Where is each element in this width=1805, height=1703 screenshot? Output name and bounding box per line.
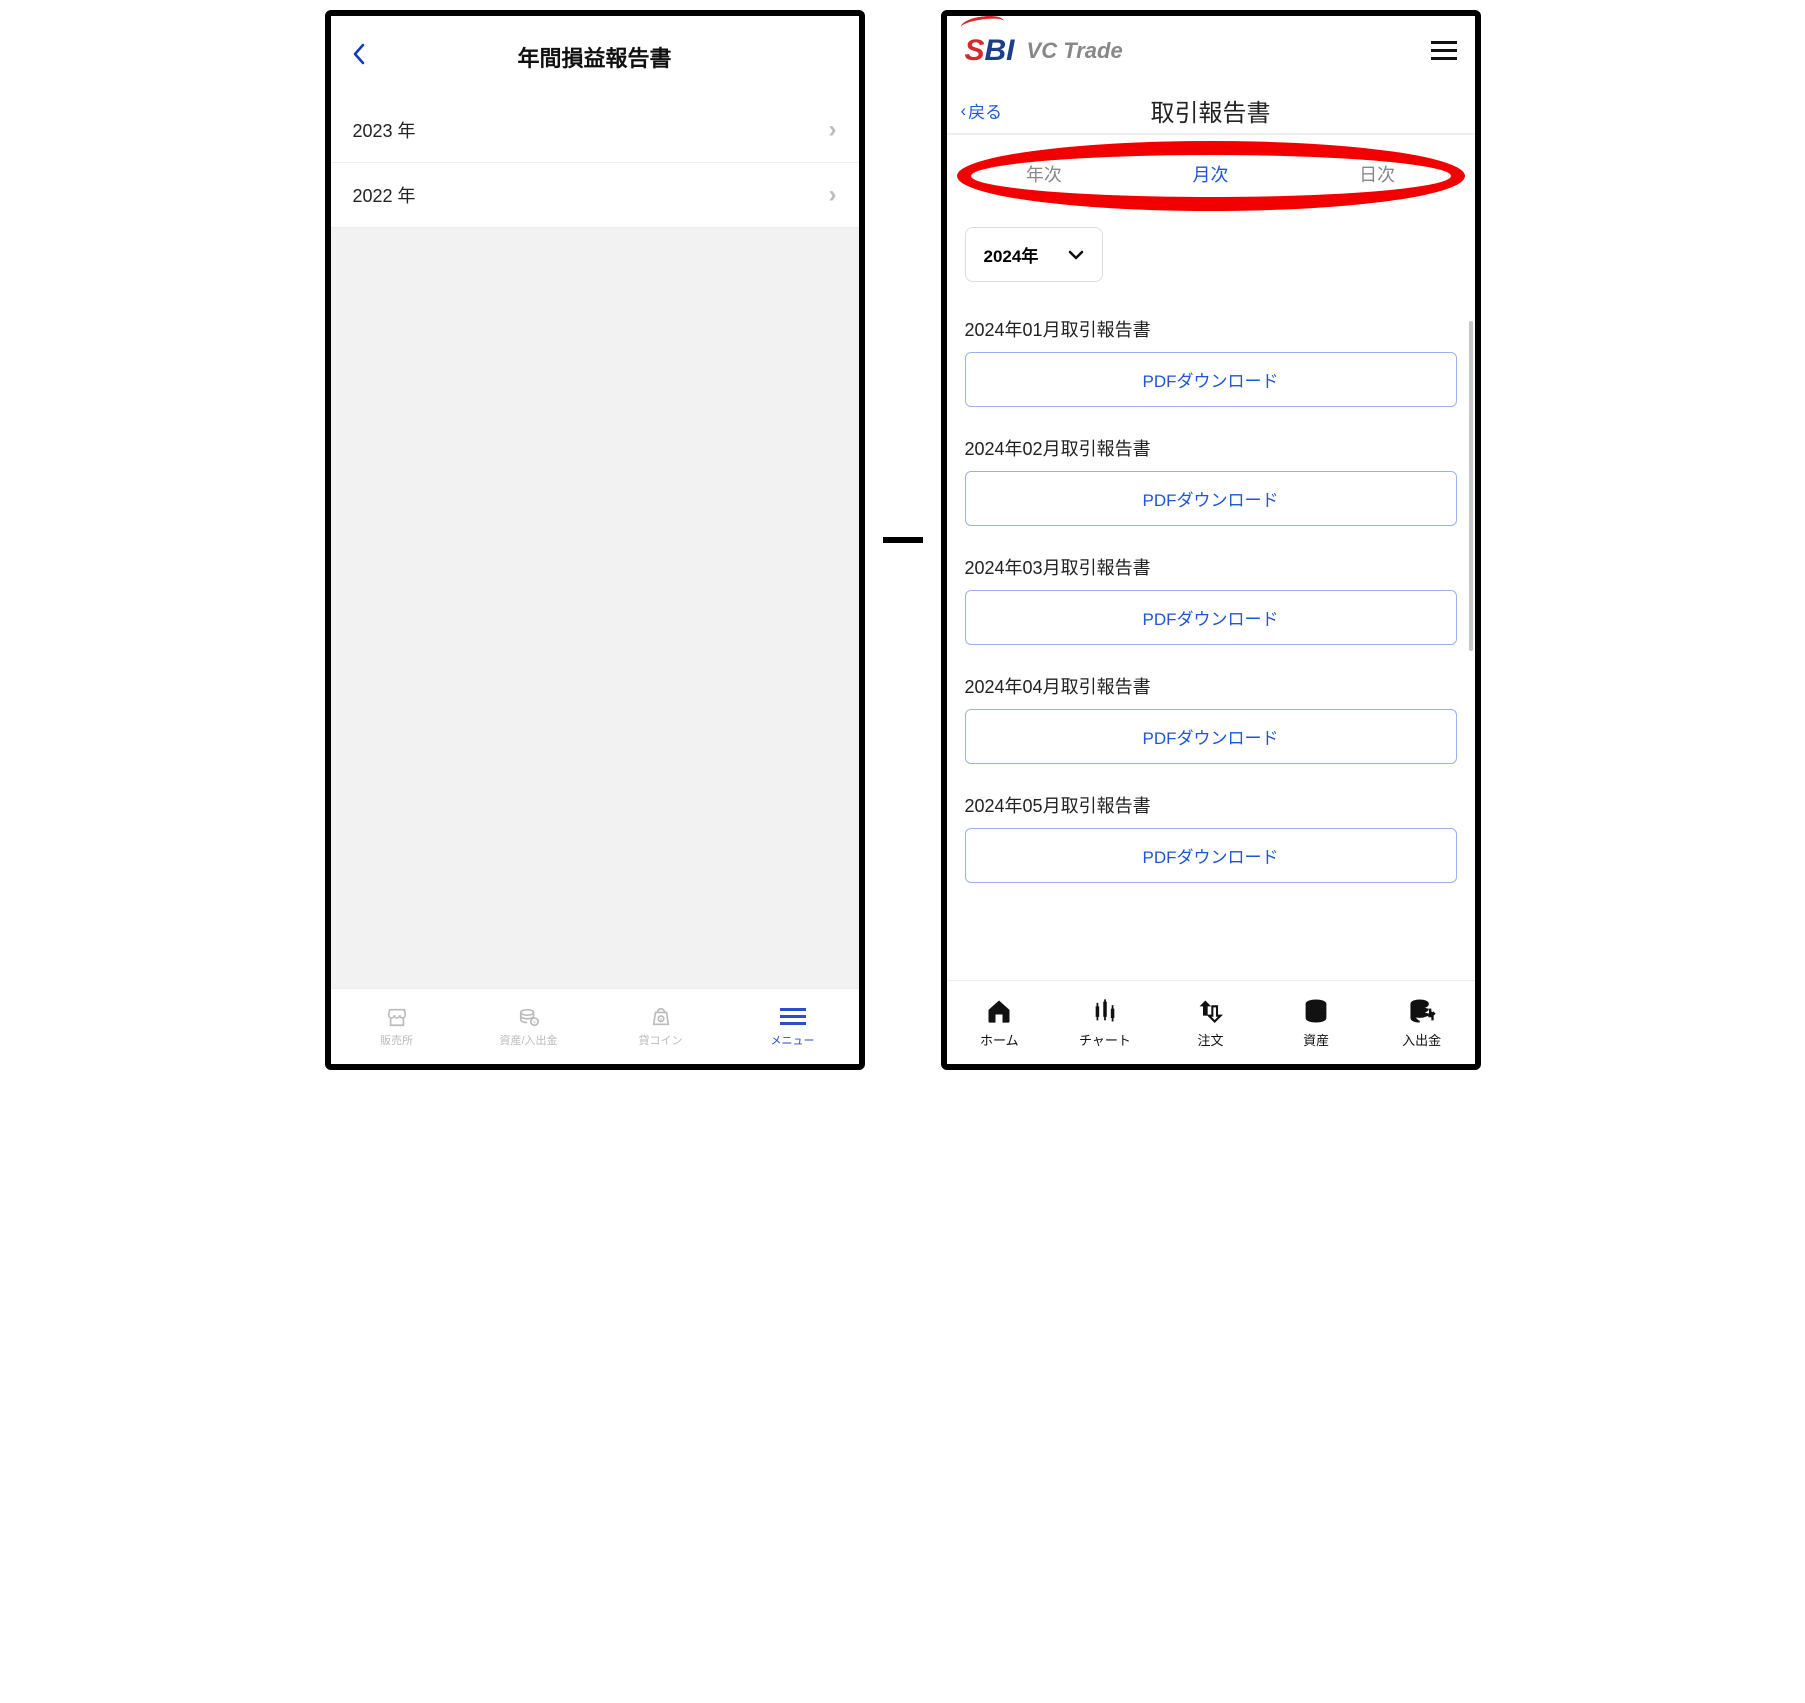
nav-label: ホーム (980, 1030, 1019, 1049)
download-button[interactable]: PDFダウンロード (965, 828, 1457, 883)
bottom-nav: ホーム チャート 注文 資産 入出金 (947, 980, 1475, 1064)
topbar: SBI VC Trade (947, 16, 1475, 86)
tab-daily[interactable]: 日次 (1294, 149, 1461, 199)
empty-area (331, 228, 859, 988)
report-item: 2024年03月取引報告書 PDFダウンロード (965, 554, 1457, 645)
hamburger-menu-button[interactable] (1431, 41, 1457, 60)
report-item: 2024年05月取引報告書 PDFダウンロード (965, 792, 1457, 883)
year-label: 2023 年 (353, 117, 416, 143)
year-label: 2022 年 (353, 182, 416, 208)
deposit-withdraw-icon (1407, 997, 1437, 1025)
logo: SBI VC Trade (965, 34, 1123, 68)
page-title: 年間損益報告書 (331, 41, 859, 73)
svg-text:¥: ¥ (533, 1019, 536, 1024)
tab-assets[interactable]: ¥ 資産/入出金 (463, 989, 595, 1064)
report-label: 2024年04月取引報告書 (965, 673, 1457, 699)
year-select[interactable]: 2024年 (965, 227, 1104, 282)
nav-deposit[interactable]: 入出金 (1369, 981, 1475, 1064)
logo-sbi: SBI (965, 34, 1015, 67)
coins-icon: ¥ (516, 1006, 542, 1028)
report-item: 2024年04月取引報告書 PDFダウンロード (965, 673, 1457, 764)
page-title: 取引報告書 (947, 93, 1475, 128)
bag-icon: B (648, 1006, 674, 1028)
tab-label: 貸コイン (639, 1032, 683, 1048)
tab-menu[interactable]: メニュー (727, 989, 859, 1064)
chevron-right-icon: › (829, 116, 837, 144)
exchange-icon (1195, 997, 1225, 1025)
report-label: 2024年01月取引報告書 (965, 316, 1457, 342)
phone-left: 年間損益報告書 2023 年 › 2022 年 › 販売所 ¥ 資産/入出金 (325, 10, 865, 1070)
shop-icon (384, 1006, 410, 1028)
phone-right: SBI VC Trade ‹ 戻る 取引報告書 年次 月次 日次 (941, 10, 1481, 1070)
tab-lending[interactable]: B 貸コイン (595, 989, 727, 1064)
tab-label: 販売所 (380, 1032, 413, 1048)
tab-yearly[interactable]: 年次 (961, 149, 1128, 199)
tab-shop[interactable]: 販売所 (331, 989, 463, 1064)
download-button[interactable]: PDFダウンロード (965, 471, 1457, 526)
tab-label: 資産/入出金 (499, 1032, 557, 1048)
period-tabs: 年次 月次 日次 (961, 145, 1461, 203)
report-item: 2024年01月取引報告書 PDFダウンロード (965, 316, 1457, 407)
nav-label: チャート (1079, 1030, 1131, 1049)
arrow-connector (873, 525, 933, 555)
report-item: 2024年02月取引報告書 PDFダウンロード (965, 435, 1457, 526)
home-icon (984, 997, 1014, 1025)
year-list: 2023 年 › 2022 年 › (331, 98, 859, 988)
report-label: 2024年03月取引報告書 (965, 554, 1457, 580)
active-tab-indicator (1126, 201, 1296, 203)
content-area: 2024年 2024年01月取引報告書 PDFダウンロード 2024年02月取引… (947, 221, 1475, 980)
download-button[interactable]: PDFダウンロード (965, 590, 1457, 645)
chevron-down-icon (1068, 244, 1084, 265)
report-label: 2024年05月取引報告書 (965, 792, 1457, 818)
download-button[interactable]: PDFダウンロード (965, 352, 1457, 407)
tab-monthly[interactable]: 月次 (1127, 149, 1294, 199)
swoosh-icon (959, 13, 1005, 35)
nav-label: 注文 (1197, 1030, 1223, 1049)
candlestick-icon (1090, 997, 1120, 1025)
nav-order[interactable]: 注文 (1158, 981, 1264, 1064)
header: 年間損益報告書 (331, 16, 859, 98)
nav-chart[interactable]: チャート (1052, 981, 1158, 1064)
download-button[interactable]: PDFダウンロード (965, 709, 1457, 764)
tab-label: メニュー (771, 1032, 815, 1048)
year-selected: 2024年 (984, 242, 1039, 267)
sub-header: ‹ 戻る 取引報告書 (947, 86, 1475, 135)
coins-stack-icon (1301, 997, 1331, 1025)
logo-subtext: VC Trade (1027, 38, 1123, 64)
year-row[interactable]: 2023 年 › (331, 98, 859, 163)
nav-label: 資産 (1303, 1030, 1329, 1049)
year-row[interactable]: 2022 年 › (331, 163, 859, 228)
nav-label: 入出金 (1402, 1030, 1441, 1049)
chevron-right-icon: › (829, 181, 837, 209)
report-label: 2024年02月取引報告書 (965, 435, 1457, 461)
scrollbar[interactable] (1469, 321, 1473, 651)
bottom-tabbar: 販売所 ¥ 資産/入出金 B 貸コイン メニュー (331, 988, 859, 1064)
nav-assets[interactable]: 資産 (1263, 981, 1369, 1064)
nav-home[interactable]: ホーム (947, 981, 1053, 1064)
hamburger-icon (780, 1006, 806, 1028)
